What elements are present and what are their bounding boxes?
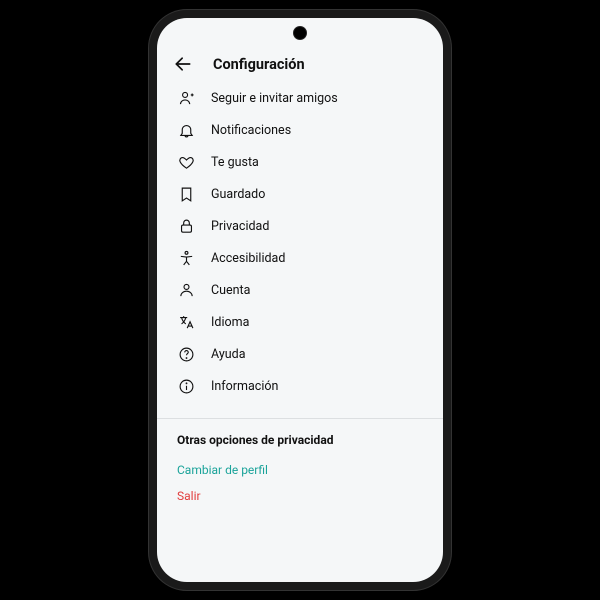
info-icon — [177, 377, 195, 395]
phone-frame: Configuración Seguir e invitar amigos No… — [149, 10, 451, 590]
help-icon — [177, 345, 195, 363]
front-camera — [293, 26, 307, 40]
app-content: Configuración Seguir e invitar amigos No… — [157, 18, 443, 582]
menu-item-label: Información — [211, 379, 278, 394]
person-plus-icon — [177, 89, 195, 107]
arrow-left-icon — [173, 54, 193, 74]
menu-item-label: Idioma — [211, 315, 249, 330]
accessibility-icon — [177, 249, 195, 267]
page-title: Configuración — [213, 56, 305, 73]
menu-item-label: Seguir e invitar amigos — [211, 91, 338, 106]
header: Configuración — [157, 48, 443, 82]
settings-menu: Seguir e invitar amigos Notificaciones T… — [157, 82, 443, 412]
switch-profile-link[interactable]: Cambiar de perfil — [157, 457, 443, 483]
menu-item-follow-invite[interactable]: Seguir e invitar amigos — [157, 82, 443, 114]
menu-item-likes[interactable]: Te gusta — [157, 146, 443, 178]
bookmark-icon — [177, 185, 195, 203]
translate-icon — [177, 313, 195, 331]
menu-item-accessibility[interactable]: Accesibilidad — [157, 242, 443, 274]
person-icon — [177, 281, 195, 299]
menu-item-language[interactable]: Idioma — [157, 306, 443, 338]
lock-icon — [177, 217, 195, 235]
menu-item-label: Guardado — [211, 187, 265, 202]
menu-item-saved[interactable]: Guardado — [157, 178, 443, 210]
menu-item-info[interactable]: Información — [157, 370, 443, 402]
menu-item-label: Ayuda — [211, 347, 246, 362]
bell-icon — [177, 121, 195, 139]
menu-item-label: Cuenta — [211, 283, 250, 298]
menu-item-notifications[interactable]: Notificaciones — [157, 114, 443, 146]
menu-item-privacy[interactable]: Privacidad — [157, 210, 443, 242]
menu-item-label: Accesibilidad — [211, 251, 285, 266]
logout-link[interactable]: Salir — [157, 483, 443, 509]
menu-item-label: Te gusta — [211, 155, 259, 170]
screen: Configuración Seguir e invitar amigos No… — [157, 18, 443, 582]
back-button[interactable] — [173, 54, 193, 74]
menu-item-help[interactable]: Ayuda — [157, 338, 443, 370]
section-title-privacy-options: Otras opciones de privacidad — [157, 419, 443, 457]
menu-item-label: Privacidad — [211, 219, 269, 234]
menu-item-label: Notificaciones — [211, 123, 291, 138]
heart-icon — [177, 153, 195, 171]
menu-item-account[interactable]: Cuenta — [157, 274, 443, 306]
